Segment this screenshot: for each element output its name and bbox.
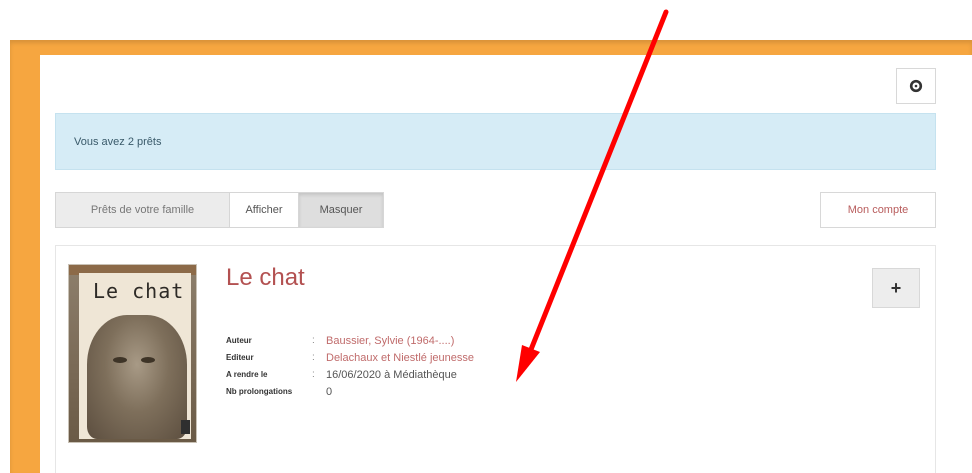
my-account-button[interactable]: Mon compte	[820, 192, 936, 228]
detail-key: Auteur	[226, 336, 252, 345]
cover-title: Le chat	[93, 279, 185, 303]
detail-row: A rendre le : 16/06/2020 à Médiathèque	[226, 366, 474, 383]
show-button[interactable]: Afficher	[229, 192, 299, 228]
family-loans-label: Prêts de votre famille	[55, 192, 230, 228]
family-loans-toggle: Prêts de votre famille Afficher Masquer	[55, 192, 384, 228]
detail-key: Editeur	[226, 353, 254, 362]
cat-eye-right	[141, 357, 155, 363]
loan-details: Auteur : Baussier, Sylvie (1964-....) Ed…	[226, 332, 474, 400]
alert-text: Vous avez 2 prêts	[74, 135, 162, 148]
cat-illustration	[87, 315, 187, 439]
detail-key: A rendre le	[226, 370, 268, 379]
gear-icon	[909, 79, 923, 93]
settings-button[interactable]	[896, 68, 936, 104]
detail-row: Editeur : Delachaux et Niestlé jeunesse	[226, 349, 474, 366]
detail-sep: :	[312, 369, 315, 380]
loan-title[interactable]: Le chat	[226, 264, 305, 292]
detail-sep: :	[312, 352, 315, 363]
loan-count-alert: Vous avez 2 prêts	[55, 113, 936, 170]
detail-key: Nb prolongations	[226, 387, 293, 396]
detail-row: Auteur : Baussier, Sylvie (1964-....)	[226, 332, 474, 349]
detail-row: Nb prolongations 0	[226, 383, 474, 400]
author-link[interactable]: Baussier, Sylvie (1964-....)	[326, 335, 454, 347]
due-date-value: 16/06/2020 à Médiathèque	[326, 368, 457, 381]
book-cover[interactable]: Le chat	[69, 265, 196, 442]
expand-button[interactable]: +	[872, 268, 920, 308]
hide-button[interactable]: Masquer	[298, 192, 384, 228]
publisher-link[interactable]: Delachaux et Niestlé jeunesse	[326, 352, 474, 364]
cat-eye-left	[113, 357, 127, 363]
publisher-logo-icon	[181, 420, 190, 434]
detail-sep: :	[312, 335, 315, 346]
renewals-value: 0	[326, 385, 333, 398]
